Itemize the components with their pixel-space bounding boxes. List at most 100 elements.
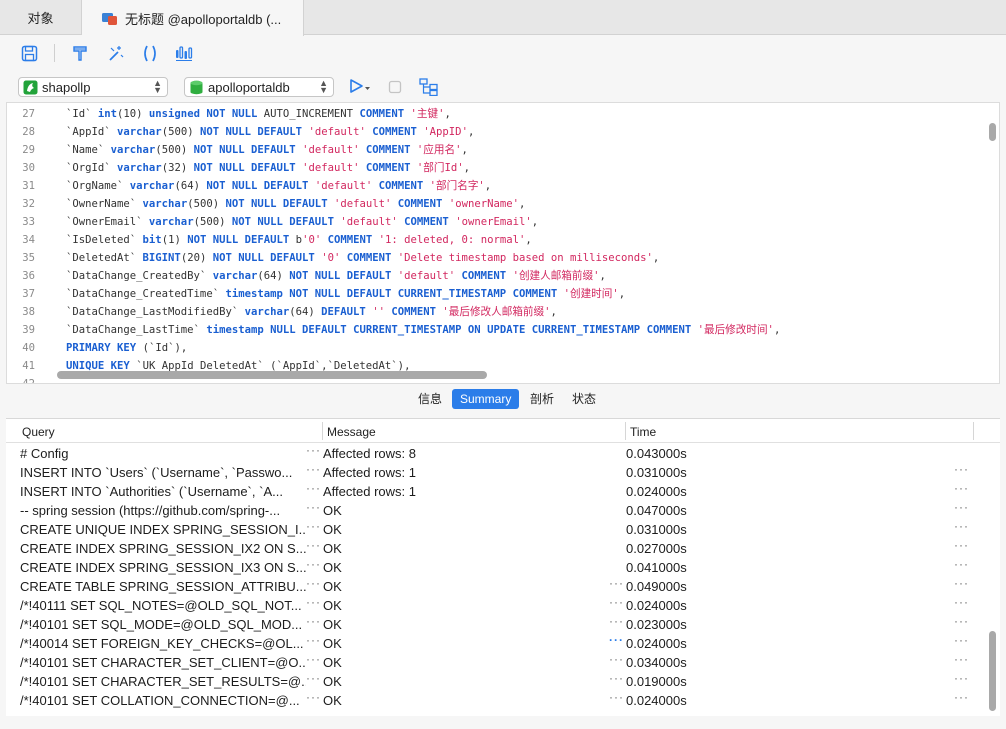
query-cell[interactable]: /*!40101 SET CHARACTER_SET_RESULTS=@... <box>20 672 306 691</box>
message-cell[interactable]: OK <box>323 691 603 710</box>
query-expand-icon[interactable]: ··· <box>306 669 321 688</box>
table-row[interactable]: /*!40111 SET SQL_NOTES=@OLD_SQL_NOT... ··… <box>6 593 1000 615</box>
run-button[interactable] <box>347 75 373 97</box>
message-expand-icon[interactable]: ··· <box>609 650 624 669</box>
time-expand-icon[interactable]: ··· <box>954 498 969 517</box>
query-expand-icon[interactable]: ··· <box>306 612 321 631</box>
time-expand-icon[interactable]: ··· <box>954 688 969 707</box>
query-cell[interactable]: /*!40101 SET SQL_MODE=@OLD_SQL_MOD... <box>20 615 306 634</box>
query-cell[interactable]: INSERT INTO `Authorities` (`Username`, `… <box>20 482 306 501</box>
query-expand-icon[interactable]: ··· <box>306 574 321 593</box>
time-expand-icon[interactable]: ··· <box>954 460 969 479</box>
table-row[interactable]: INSERT INTO `Authorities` (`Username`, `… <box>6 479 1000 501</box>
query-cell[interactable]: CREATE UNIQUE INDEX SPRING_SESSION_I... <box>20 520 306 539</box>
column-header-time[interactable]: Time <box>630 425 656 439</box>
tab-info[interactable]: 信息 <box>418 389 442 409</box>
message-cell[interactable]: OK <box>323 577 603 596</box>
message-cell[interactable]: OK <box>323 558 603 577</box>
query-cell[interactable]: INSERT INTO `Users` (`Username`, `Passwo… <box>20 463 306 482</box>
message-cell[interactable]: Affected rows: 1 <box>323 482 603 501</box>
query-expand-icon[interactable]: ··· <box>306 460 321 479</box>
column-divider[interactable] <box>322 422 323 440</box>
time-expand-icon[interactable]: ··· <box>954 574 969 593</box>
query-expand-icon[interactable]: ··· <box>306 650 321 669</box>
query-cell[interactable]: CREATE TABLE SPRING_SESSION_ATTRIBU... <box>20 577 306 596</box>
query-expand-icon[interactable]: ··· <box>306 441 321 460</box>
tab-summary[interactable]: Summary <box>452 389 520 409</box>
connection-select[interactable]: shapollp ▲ ▼ <box>18 77 168 97</box>
database-select[interactable]: apolloportaldb ▲ ▼ <box>184 77 334 97</box>
editor-horizontal-scrollbar[interactable] <box>57 371 487 379</box>
message-cell[interactable]: Affected rows: 1 <box>323 463 603 482</box>
column-divider[interactable] <box>973 422 974 440</box>
query-expand-icon[interactable]: ··· <box>306 498 321 517</box>
format-button[interactable] <box>69 42 91 64</box>
column-header-query[interactable]: Query <box>22 425 55 439</box>
query-cell[interactable]: /*!40014 SET FOREIGN_KEY_CHECKS=@OL... <box>20 634 306 653</box>
message-cell[interactable]: OK <box>323 672 603 691</box>
message-expand-icon[interactable]: ··· <box>609 612 624 631</box>
message-cell[interactable]: OK <box>323 520 603 539</box>
message-cell[interactable]: OK <box>323 596 603 615</box>
message-expand-icon[interactable]: ··· <box>609 688 624 707</box>
column-divider[interactable] <box>625 422 626 440</box>
table-row[interactable]: /*!40101 SET SQL_MODE=@OLD_SQL_MOD... ···… <box>6 612 1000 634</box>
query-cell[interactable]: /*!40101 SET CHARACTER_SET_CLIENT=@O... <box>20 653 306 672</box>
query-cell[interactable]: CREATE INDEX SPRING_SESSION_IX3 ON S... <box>20 558 306 577</box>
editor-vertical-scrollbar[interactable] <box>989 123 996 141</box>
message-cell[interactable]: OK <box>323 653 603 672</box>
save-button[interactable] <box>18 42 40 64</box>
query-expand-icon[interactable]: ··· <box>306 479 321 498</box>
message-expand-icon[interactable]: ··· <box>609 631 624 650</box>
stop-button[interactable] <box>384 76 406 98</box>
query-cell[interactable]: /*!40101 SET COLLATION_CONNECTION=@... <box>20 691 306 710</box>
table-row[interactable]: INSERT INTO `Users` (`Username`, `Passwo… <box>6 460 1000 482</box>
time-expand-icon[interactable]: ··· <box>954 555 969 574</box>
time-expand-icon[interactable]: ··· <box>954 536 969 555</box>
message-expand-icon[interactable]: ··· <box>609 669 624 688</box>
table-row[interactable]: /*!40101 SET COLLATION_CONNECTION=@... ··… <box>6 688 1000 710</box>
explain-plan-button[interactable] <box>418 76 440 98</box>
message-cell[interactable]: OK <box>323 634 603 653</box>
table-row[interactable]: /*!40101 SET CHARACTER_SET_CLIENT=@O... ·… <box>6 650 1000 672</box>
table-row[interactable]: /*!40014 SET FOREIGN_KEY_CHECKS=@OL... ··… <box>6 631 1000 653</box>
message-expand-icon[interactable]: ··· <box>609 593 624 612</box>
time-expand-icon[interactable]: ··· <box>954 593 969 612</box>
column-header-message[interactable]: Message <box>327 425 376 439</box>
table-row[interactable]: -- spring session (https://github.com/sp… <box>6 498 1000 520</box>
tab-objects[interactable]: 对象 <box>0 0 82 35</box>
query-cell[interactable]: -- spring session (https://github.com/sp… <box>20 501 306 520</box>
time-expand-icon[interactable]: ··· <box>954 650 969 669</box>
query-cell[interactable]: # Config <box>20 444 306 463</box>
table-row[interactable]: CREATE UNIQUE INDEX SPRING_SESSION_I... ·… <box>6 517 1000 539</box>
tab-query[interactable]: 无标题 @apolloportaldb (... <box>82 0 304 36</box>
tab-profile[interactable]: 剖析 <box>530 389 554 409</box>
table-row[interactable]: CREATE TABLE SPRING_SESSION_ATTRIBU... ··… <box>6 574 1000 596</box>
sql-editor[interactable]: 27 `Id` int(10) unsigned NOT NULL AUTO_IN… <box>6 102 1000 384</box>
query-expand-icon[interactable]: ··· <box>306 555 321 574</box>
message-cell[interactable]: OK <box>323 615 603 634</box>
table-row[interactable]: CREATE INDEX SPRING_SESSION_IX3 ON S... ·… <box>6 555 1000 577</box>
table-row[interactable]: /*!40101 SET CHARACTER_SET_RESULTS=@... ·… <box>6 669 1000 691</box>
beautify-button[interactable] <box>104 42 126 64</box>
time-expand-icon[interactable]: ··· <box>954 631 969 650</box>
query-cell[interactable]: CREATE INDEX SPRING_SESSION_IX2 ON S... <box>20 539 306 558</box>
brackets-button[interactable] <box>139 42 161 64</box>
time-expand-icon[interactable]: ··· <box>954 669 969 688</box>
time-expand-icon[interactable]: ··· <box>954 517 969 536</box>
results-vertical-scrollbar[interactable] <box>989 631 996 711</box>
message-cell[interactable]: Affected rows: 8 <box>323 444 603 463</box>
tab-status[interactable]: 状态 <box>572 389 596 409</box>
query-expand-icon[interactable]: ··· <box>306 631 321 650</box>
explain-button[interactable] <box>173 42 195 64</box>
message-expand-icon[interactable]: ··· <box>609 574 624 593</box>
query-expand-icon[interactable]: ··· <box>306 593 321 612</box>
query-expand-icon[interactable]: ··· <box>306 688 321 707</box>
query-cell[interactable]: /*!40111 SET SQL_NOTES=@OLD_SQL_NOT... <box>20 596 306 615</box>
query-expand-icon[interactable]: ··· <box>306 517 321 536</box>
table-row[interactable]: CREATE INDEX SPRING_SESSION_IX2 ON S... ·… <box>6 536 1000 558</box>
time-expand-icon[interactable]: ··· <box>954 612 969 631</box>
message-cell[interactable]: OK <box>323 501 603 520</box>
table-row[interactable]: # Config ··· Affected rows: 8 0.043000s <box>6 441 1000 463</box>
query-expand-icon[interactable]: ··· <box>306 536 321 555</box>
